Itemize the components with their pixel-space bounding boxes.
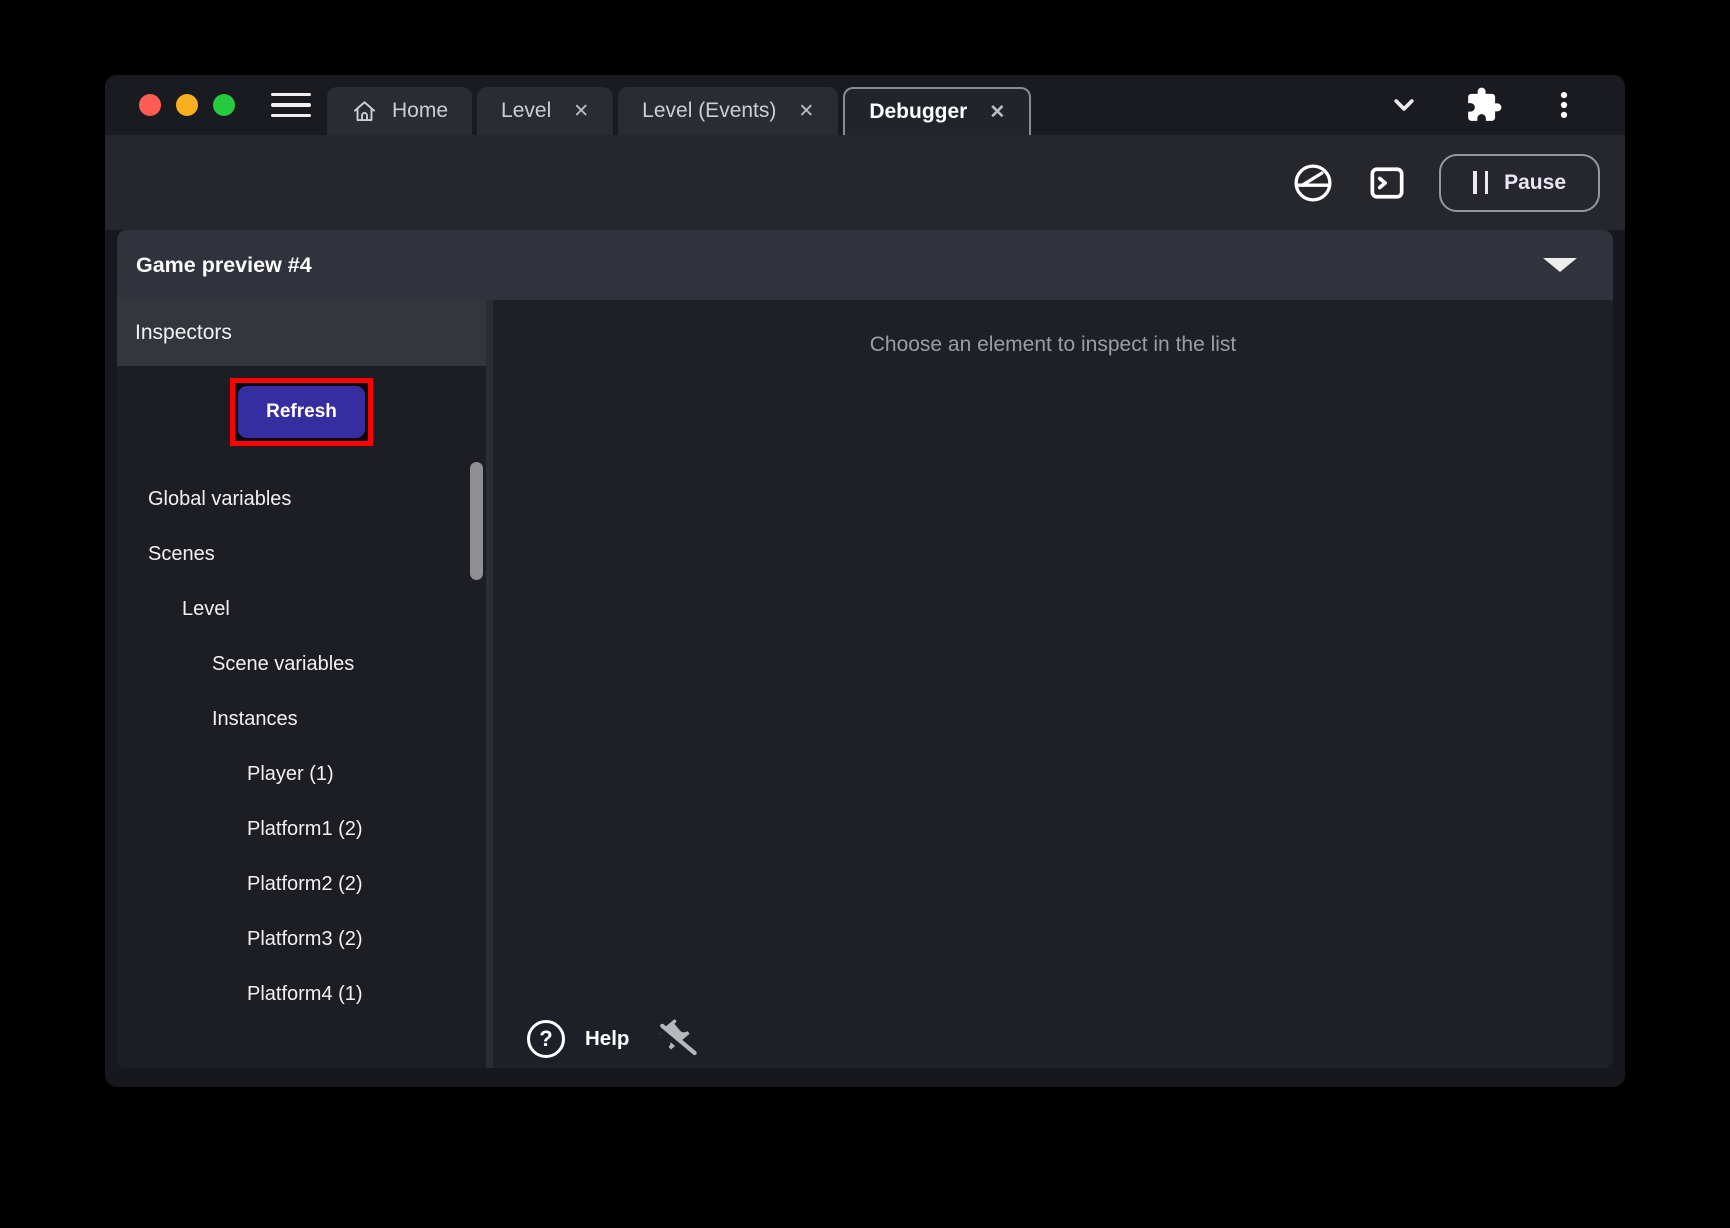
app-window: Home Level ✕ Level (Events) ✕ Debugger ✕ [105,75,1625,1087]
inspectors-sidebar: Inspectors Refresh Global variables Scen… [117,300,493,1068]
extensions-puzzle-icon[interactable] [1465,86,1503,124]
console-icon[interactable] [1365,161,1409,205]
inspectors-list: Global variables Scenes Level Scene vari… [117,472,486,1022]
tab-bar: Home Level ✕ Level (Events) ✕ Debugger ✕ [105,75,1625,135]
tabs: Home Level ✕ Level (Events) ✕ Debugger ✕ [327,87,1031,135]
tab-level[interactable]: Level ✕ [477,87,613,135]
debugger-toolbar: Pause [105,135,1625,230]
home-icon [351,98,378,125]
list-item-global-variables[interactable]: Global variables [117,472,486,527]
tab-home[interactable]: Home [327,87,472,135]
close-icon[interactable]: ✕ [989,101,1005,124]
close-window-button[interactable] [139,94,161,116]
traffic-lights [139,94,235,116]
tab-label: Debugger [869,100,967,124]
inspectors-header: Inspectors [117,300,486,366]
list-item-scenes[interactable]: Scenes [117,527,486,582]
unpin-icon[interactable] [657,1018,699,1060]
tab-label: Home [392,99,448,123]
chevron-down-icon[interactable] [1387,88,1421,122]
refresh-button[interactable]: Refresh [238,386,365,438]
inspector-detail-area: Choose an element to inspect in the list… [493,300,1613,1068]
tab-label: Level (Events) [642,99,776,123]
list-item-instances[interactable]: Instances [117,692,486,747]
tabbar-actions [1387,86,1625,124]
empty-state-message: Choose an element to inspect in the list [493,333,1613,357]
list-item-platform4[interactable]: Platform4 (1) [117,967,486,1022]
help-label[interactable]: Help [585,1027,629,1051]
list-item-platform3[interactable]: Platform3 (2) [117,912,486,967]
game-preview-selector[interactable]: Game preview #4 [117,230,1613,300]
menu-icon[interactable] [271,93,311,118]
list-item-level[interactable]: Level [117,582,486,637]
debugger-backdrop: Game preview #4 Inspectors Refresh Globa… [105,230,1625,1087]
sidebar-scrollbar[interactable] [470,462,483,580]
debugger-panel: Game preview #4 Inspectors Refresh Globa… [117,230,1613,1068]
inspectors-list-container: Refresh Global variables Scenes Level Sc… [117,366,486,1068]
close-icon[interactable]: ✕ [798,100,814,123]
zoom-window-button[interactable] [213,94,235,116]
list-item-platform2[interactable]: Platform2 (2) [117,857,486,912]
tab-debugger[interactable]: Debugger ✕ [843,87,1031,135]
profiler-gauge-icon[interactable] [1291,161,1335,205]
close-icon[interactable]: ✕ [573,100,589,123]
game-preview-title: Game preview #4 [136,253,312,278]
pause-icon [1473,171,1488,194]
pause-button[interactable]: Pause [1439,154,1600,212]
minimize-window-button[interactable] [176,94,198,116]
tab-label: Level [501,99,551,123]
more-options-dots-icon[interactable] [1547,88,1581,122]
list-item-player[interactable]: Player (1) [117,747,486,802]
dropdown-caret-icon[interactable] [1543,258,1577,272]
debugger-footer: ? Help [493,1018,1613,1068]
list-item-platform1[interactable]: Platform1 (2) [117,802,486,857]
list-item-scene-variables[interactable]: Scene variables [117,637,486,692]
pause-label: Pause [1504,171,1566,195]
help-icon[interactable]: ? [527,1020,565,1058]
refresh-highlight-box: Refresh [230,378,373,446]
tab-level-events[interactable]: Level (Events) ✕ [618,87,838,135]
